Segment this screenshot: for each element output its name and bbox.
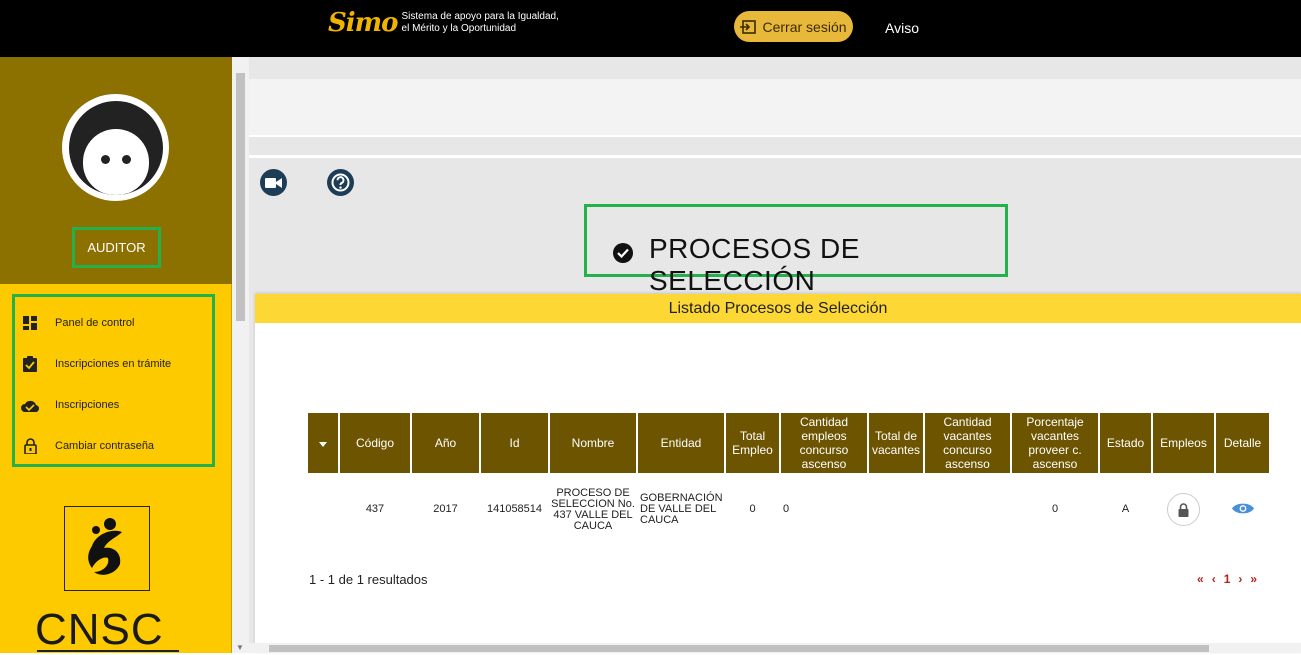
logout-label: Cerrar sesión bbox=[762, 18, 847, 35]
cloud-check-icon bbox=[21, 396, 39, 414]
processes-panel: Listado Procesos de Selección Código Año… bbox=[255, 294, 1301, 653]
prev-page-button[interactable]: ‹ bbox=[1212, 572, 1216, 586]
col-cantidad-empleos-ascenso[interactable]: Cantidad empleos concurso ascenso bbox=[781, 413, 867, 473]
last-page-button[interactable]: » bbox=[1250, 572, 1257, 586]
avatar-hair bbox=[68, 100, 163, 195]
cell-codigo: 437 bbox=[365, 503, 385, 515]
cell-cantidad-vacantes-ascenso bbox=[925, 473, 1010, 546]
view-jobs-button[interactable] bbox=[1167, 493, 1200, 526]
avatar bbox=[62, 94, 169, 201]
pagination: « ‹ 1 › » bbox=[1197, 572, 1257, 586]
logout-button[interactable]: Cerrar sesión bbox=[734, 11, 853, 42]
sidebar: AUDITOR Panel de control Inscripciones e… bbox=[0, 57, 232, 654]
first-page-button[interactable]: « bbox=[1197, 572, 1204, 586]
results-count: 1 - 1 de 1 resultados bbox=[309, 572, 428, 587]
col-cantidad-vacantes-ascenso[interactable]: Cantidad vacantes concurso ascenso bbox=[925, 413, 1010, 473]
page-title: PROCESOS DE SELECCIÓN bbox=[649, 233, 860, 296]
clipboard-check-icon bbox=[21, 355, 39, 373]
cell-porcentaje: 0 bbox=[1051, 503, 1059, 515]
notice-link[interactable]: Aviso bbox=[885, 20, 919, 36]
sidebar-item-label: Inscripciones bbox=[55, 399, 120, 411]
divider bbox=[249, 135, 1301, 137]
sidebar-item-label: Cambiar contraseña bbox=[55, 440, 155, 452]
horizontal-scrollbar[interactable] bbox=[249, 643, 1301, 653]
cnsc-emblem bbox=[64, 506, 150, 591]
scroll-down-arrow-icon[interactable]: ▼ bbox=[236, 643, 244, 652]
main-content: PROCESOS DE SELECCIÓN Listado Procesos d… bbox=[249, 57, 1301, 653]
logo-line-1: Sistema de apoyo para la Igualdad, bbox=[401, 11, 559, 22]
col-estado[interactable]: Estado bbox=[1100, 413, 1151, 473]
cell-id: 141058514 bbox=[486, 503, 543, 515]
sidebar-item-cambiar-contrasena[interactable]: Cambiar contraseña bbox=[21, 437, 154, 455]
cell-total-vacantes bbox=[869, 473, 923, 546]
cnsc-wordmark: CNSC bbox=[35, 605, 164, 654]
lock-icon bbox=[21, 437, 39, 455]
simo-logo[interactable]: Simo Sistema de apoyo para la Igualdad, … bbox=[328, 8, 559, 38]
check-circle-icon bbox=[613, 243, 633, 263]
sidebar-item-inscripciones-en-tramite[interactable]: Inscripciones en trámite bbox=[21, 355, 171, 373]
col-porcentaje-vacantes[interactable]: Porcentaje vacantes proveer c. ascenso bbox=[1012, 413, 1098, 473]
question-icon bbox=[331, 173, 350, 192]
row-spacer bbox=[308, 473, 338, 546]
cell-empleos bbox=[1153, 473, 1214, 546]
table-header-row: Código Año Id Nombre Entidad Total Emple… bbox=[308, 413, 1269, 473]
scrollbar-thumb[interactable] bbox=[269, 645, 1209, 652]
header-band bbox=[249, 79, 1301, 135]
sidebar-item-panel-de-control[interactable]: Panel de control bbox=[21, 314, 135, 332]
cell-anio: 2017 bbox=[433, 503, 458, 515]
table-row: 437 2017 141058514 PROCESO DE SELECCION … bbox=[308, 473, 1269, 546]
top-bar: Simo Sistema de apoyo para la Igualdad, … bbox=[0, 0, 1301, 57]
logo-line-2: el Mérito y la Oportunidad bbox=[401, 23, 517, 34]
sidebar-profile: AUDITOR bbox=[0, 57, 232, 284]
col-nombre[interactable]: Nombre bbox=[550, 413, 636, 473]
sidebar-item-label: Inscripciones en trámite bbox=[55, 358, 172, 370]
video-camera-icon bbox=[265, 177, 282, 188]
panel-title: Listado Procesos de Selección bbox=[255, 294, 1301, 323]
logout-icon bbox=[740, 19, 757, 34]
next-page-button[interactable]: › bbox=[1238, 572, 1242, 586]
page-title-box: PROCESOS DE SELECCIÓN bbox=[584, 204, 1008, 296]
help-button[interactable] bbox=[327, 169, 354, 196]
divider bbox=[249, 155, 1301, 158]
lock-icon bbox=[1178, 502, 1189, 517]
cell-detalle bbox=[1216, 473, 1269, 546]
logo-text: Sistema de apoyo para la Igualdad, el Mé… bbox=[402, 11, 559, 35]
video-help-button[interactable] bbox=[260, 169, 287, 196]
cell-entidad: GOBERNACIÓN DE VALLE DEL CAUCA bbox=[640, 492, 723, 526]
cell-total-empleo: 0 bbox=[749, 503, 756, 515]
current-page[interactable]: 1 bbox=[1224, 572, 1231, 586]
view-detail-button[interactable] bbox=[1231, 501, 1255, 516]
processes-table: Código Año Id Nombre Entidad Total Emple… bbox=[306, 413, 1271, 546]
col-total-empleo[interactable]: Total Empleo bbox=[726, 413, 779, 473]
col-detalle: Detalle bbox=[1216, 413, 1269, 473]
logo-mark: Simo bbox=[328, 8, 399, 38]
user-role: AUDITOR bbox=[72, 227, 161, 268]
avatar-face bbox=[82, 128, 149, 195]
caret-down-icon bbox=[319, 442, 327, 447]
col-empleos: Empleos bbox=[1153, 413, 1214, 473]
sidebar-item-inscripciones[interactable]: Inscripciones bbox=[21, 396, 119, 414]
eye-icon bbox=[1231, 503, 1254, 513]
cell-cantidad-empleos-ascenso: 0 bbox=[783, 503, 790, 515]
col-entidad[interactable]: Entidad bbox=[638, 413, 724, 473]
dashboard-icon bbox=[21, 314, 39, 332]
cell-nombre: PROCESO DE SELECCION No. 437 VALLE DEL C… bbox=[551, 486, 635, 532]
scrollbar-thumb[interactable] bbox=[236, 73, 245, 321]
cnsc-underline bbox=[37, 650, 179, 652]
col-codigo[interactable]: Código bbox=[340, 413, 410, 473]
sidebar-item-label: Panel de control bbox=[55, 317, 135, 329]
col-anio[interactable]: Año bbox=[412, 413, 479, 473]
sidebar-scrollbar[interactable]: ▼ bbox=[232, 57, 249, 653]
col-total-vacantes[interactable]: Total de vacantes bbox=[869, 413, 923, 473]
col-id[interactable]: Id bbox=[481, 413, 548, 473]
expand-all-toggle[interactable] bbox=[308, 413, 338, 473]
cell-estado: A bbox=[1121, 503, 1130, 515]
